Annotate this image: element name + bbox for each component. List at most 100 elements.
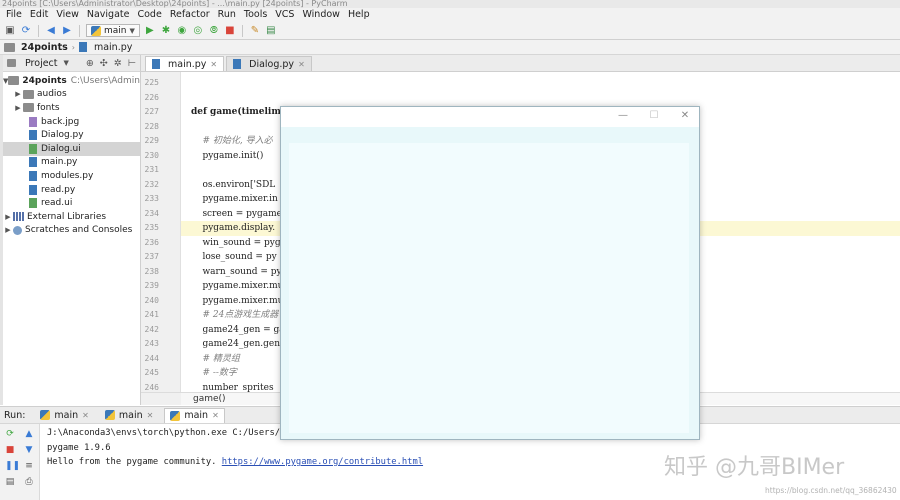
menu-refactor[interactable]: Refactor	[166, 8, 214, 22]
menu-tools[interactable]: Tools	[240, 8, 271, 22]
gear-icon[interactable]: ✲	[114, 58, 122, 69]
collapse-icon[interactable]: ✣	[100, 58, 108, 69]
run-tab-label: main	[118, 409, 143, 421]
toolbar-divider	[79, 24, 80, 37]
structure-icon[interactable]: ▤	[265, 25, 277, 37]
save-icon[interactable]: ▣	[4, 25, 16, 37]
run-config-select[interactable]: main ▼	[86, 24, 140, 37]
breadcrumb-project[interactable]: 24points	[4, 42, 68, 53]
pygame-titlebar[interactable]: — ☐ ✕	[281, 107, 699, 127]
line-number: 240	[144, 295, 159, 305]
watermark-url: https://blog.csdn.net/qq_36862430	[765, 486, 897, 495]
python-icon	[170, 410, 181, 421]
line-number: 246	[144, 382, 159, 392]
close-icon[interactable]: ✕	[147, 411, 154, 420]
debug-icon[interactable]: ✱	[160, 25, 172, 37]
close-icon[interactable]: ✕	[298, 60, 305, 69]
editor-tab-bar: main.py ✕ Dialog.py ✕	[141, 55, 900, 72]
minimize-button[interactable]: —	[614, 109, 632, 123]
maximize-button[interactable]: ☐	[645, 109, 663, 123]
chevron-right-icon[interactable]: ▶	[3, 213, 13, 221]
menu-file[interactable]: File	[2, 8, 26, 22]
tree-item-scratches[interactable]: ▶ Scratches and Consoles	[3, 224, 140, 238]
run-tab-active[interactable]: main ✕	[164, 407, 225, 423]
chevron-right-icon[interactable]: ▶	[3, 226, 13, 234]
hide-icon[interactable]: ⊢	[128, 58, 136, 69]
code-text: pygame.mixer.mu	[191, 295, 284, 306]
back-icon[interactable]: ◀	[45, 25, 57, 37]
menu-window[interactable]: Window	[298, 8, 343, 22]
print-icon[interactable]: ⎙	[24, 477, 34, 487]
tree-item-read-ui[interactable]: read.ui	[3, 196, 140, 210]
code-line[interactable]	[181, 76, 900, 91]
line-number: 228	[144, 121, 159, 131]
run-icon[interactable]: ▶	[144, 25, 156, 37]
sync-icon[interactable]: ⟳	[20, 25, 32, 37]
tree-item-modules-py[interactable]: modules.py	[3, 169, 140, 183]
arrow-down-icon[interactable]: ▼	[24, 445, 34, 455]
console-link[interactable]: https://www.pygame.org/contribute.html	[222, 457, 423, 467]
profile-icon[interactable]: ◎	[192, 25, 204, 37]
code-text: os.environ['SDL	[191, 179, 276, 190]
tree-item-audios[interactable]: ▶ audios	[3, 88, 140, 102]
tab-dialog-py[interactable]: Dialog.py ✕	[226, 56, 312, 71]
chevron-right-icon[interactable]: ▶	[13, 104, 23, 112]
chevron-down-icon[interactable]: ▼	[64, 59, 69, 67]
menu-bar: File Edit View Navigate Code Refactor Ru…	[0, 8, 900, 22]
chevron-right-icon[interactable]: ▶	[13, 90, 23, 98]
tree-root-label: 24points	[22, 75, 67, 86]
python-file-icon	[233, 59, 242, 69]
tree-item-label: Dialog.ui	[41, 143, 81, 154]
tree-item-dialog-ui[interactable]: Dialog.ui	[3, 141, 140, 156]
menu-code[interactable]: Code	[133, 8, 165, 22]
stop-icon[interactable]: ■	[224, 25, 236, 37]
menu-navigate[interactable]: Navigate	[83, 8, 134, 22]
tree-root[interactable]: ▼ 24points C:\Users\Administrator\Deskto…	[3, 74, 140, 88]
menu-edit[interactable]: Edit	[26, 8, 52, 22]
python-icon	[104, 410, 115, 420]
close-icon[interactable]: ✕	[210, 60, 217, 69]
code-line[interactable]	[181, 91, 900, 106]
pause-icon[interactable]: ❚❚	[5, 461, 20, 471]
tree-item-dialog-py[interactable]: Dialog.py	[3, 128, 140, 142]
close-icon[interactable]: ✕	[82, 411, 89, 420]
settings-icon[interactable]: ✎	[249, 25, 261, 37]
locate-icon[interactable]: ⊕	[86, 58, 94, 69]
close-button[interactable]: ✕	[676, 109, 694, 123]
tree-item-fonts[interactable]: ▶ fonts	[3, 101, 140, 115]
tree-item-main-py[interactable]: main.py	[3, 156, 140, 170]
coverage-icon[interactable]: ◉	[176, 25, 188, 37]
python-file-icon	[29, 157, 37, 168]
menu-run[interactable]: Run	[214, 8, 240, 22]
tree-item-label: main.py	[41, 157, 78, 168]
project-panel-title[interactable]: Project	[25, 58, 58, 69]
menu-vcs[interactable]: VCS	[271, 8, 298, 22]
concurrency-icon[interactable]: ⦾	[208, 25, 220, 37]
code-text: lose_sound = py	[191, 252, 277, 262]
breadcrumb-file[interactable]: main.py	[78, 42, 132, 53]
code-text: pygame.init()	[191, 150, 264, 161]
python-file-icon	[152, 59, 160, 69]
dump-threads-icon[interactable]: ▤	[5, 477, 15, 487]
forward-icon[interactable]: ▶	[61, 25, 73, 37]
tree-item-back-jpg[interactable]: back.jpg	[3, 115, 140, 129]
stop-icon[interactable]: ■	[5, 445, 15, 455]
tree-item-label: read.ui	[41, 198, 73, 209]
tree-item-read-py[interactable]: read.py	[3, 183, 140, 197]
arrow-up-icon[interactable]: ▲	[24, 429, 34, 439]
run-tab[interactable]: main ✕	[35, 408, 93, 423]
close-icon[interactable]: ✕	[212, 411, 219, 420]
tab-label: Dialog.py	[249, 58, 295, 70]
tree-item-external-libraries[interactable]: ▶ External Libraries	[3, 210, 140, 224]
rerun-icon[interactable]: ⟳	[5, 429, 15, 439]
tab-main-py[interactable]: main.py ✕	[145, 56, 225, 71]
pygame-canvas[interactable]	[289, 143, 689, 433]
pygame-window[interactable]: — ☐ ✕	[280, 106, 700, 440]
tree-item-label: Scratches and Consoles	[25, 225, 133, 236]
folder-icon	[8, 76, 20, 86]
menu-help[interactable]: Help	[344, 8, 374, 22]
menu-view[interactable]: View	[52, 8, 83, 22]
soft-wrap-icon[interactable]: ≡	[24, 461, 34, 471]
run-tab[interactable]: main ✕	[100, 408, 158, 423]
toolbar-divider	[38, 24, 39, 37]
